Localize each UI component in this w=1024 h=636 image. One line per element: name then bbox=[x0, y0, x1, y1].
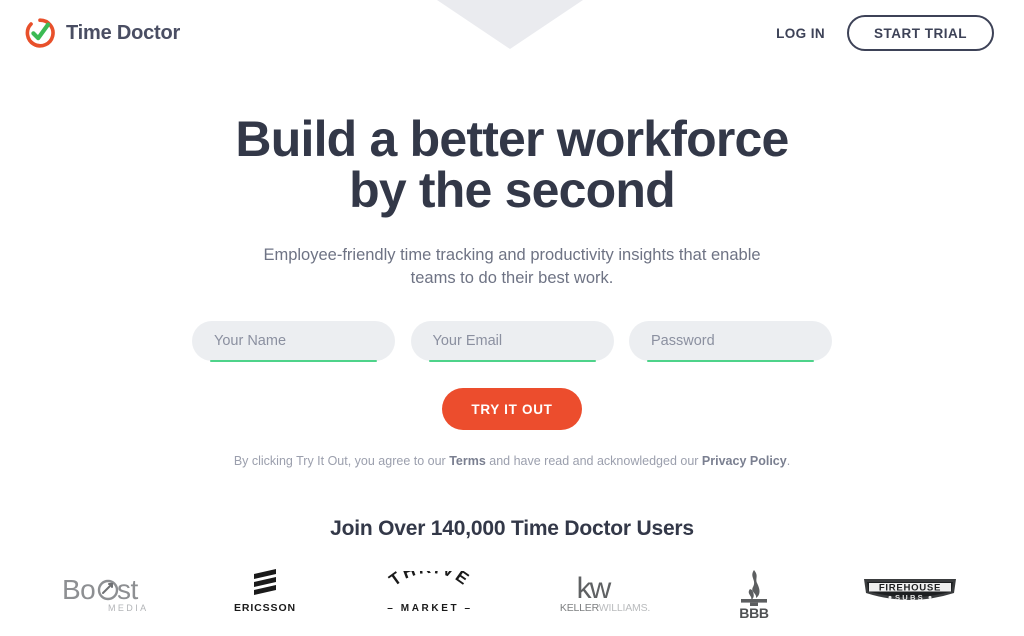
time-doctor-circle-check-icon bbox=[24, 17, 56, 49]
client-logo-strip: Bo st MEDIA ERICSSON TH E – MARKET – kw … bbox=[62, 565, 962, 621]
email-field-wrapper bbox=[410, 321, 614, 362]
boost-media-logo: Bo st MEDIA bbox=[62, 565, 150, 621]
password-field-wrapper bbox=[629, 321, 832, 362]
hero-title-line-1: Build a better workforce bbox=[235, 111, 789, 167]
brand-logo-link[interactable]: Time Doctor bbox=[24, 17, 180, 49]
hero-subtitle-line-1: Employee-friendly time tracking and prod… bbox=[263, 246, 761, 264]
svg-text:Bo: Bo bbox=[62, 574, 95, 605]
svg-text:KELLERWILLIAMS.: KELLERWILLIAMS. bbox=[560, 602, 650, 614]
hero-subtitle-line-2: teams to do their best work. bbox=[410, 269, 614, 287]
name-field-underline bbox=[210, 360, 377, 362]
hero-section: Build a better workforce by the second E… bbox=[0, 66, 1024, 621]
legal-suffix-text: . bbox=[786, 454, 791, 468]
landing-page: Time Doctor LOG IN START TRIAL Build a b… bbox=[0, 0, 1024, 636]
social-proof-heading: Join Over 140,000 Time Doctor Users bbox=[330, 517, 694, 540]
thrive-market-logo: THRIVE – MARKET – bbox=[379, 565, 481, 621]
legal-prefix-text: By clicking Try It Out, you agree to our bbox=[233, 454, 450, 468]
svg-text:– MARKET –: – MARKET – bbox=[387, 603, 472, 614]
legal-middle-text: and have read and acknowledged our bbox=[485, 454, 702, 468]
svg-text:THRIVE: THRIVE bbox=[386, 571, 475, 590]
hero-title-line-2: by the second bbox=[349, 162, 676, 218]
name-field-wrapper bbox=[192, 321, 395, 362]
terms-link[interactable]: Terms bbox=[449, 454, 486, 468]
svg-text:MEDIA: MEDIA bbox=[108, 603, 149, 613]
name-input[interactable] bbox=[192, 321, 395, 361]
keller-williams-logo: kw KELLERWILLIAMS. bbox=[559, 565, 651, 621]
svg-text:kw: kw bbox=[576, 572, 611, 605]
header-nav: LOG IN START TRIAL bbox=[776, 15, 994, 51]
email-input[interactable] bbox=[410, 321, 614, 361]
start-trial-button[interactable]: START TRIAL bbox=[847, 15, 994, 51]
svg-text:SUBS: SUBS bbox=[895, 593, 925, 602]
bbb-logo: BBB bbox=[728, 565, 780, 621]
password-input[interactable] bbox=[629, 321, 832, 361]
legal-disclaimer: By clicking Try It Out, you agree to our… bbox=[0, 453, 1024, 469]
svg-text:st: st bbox=[117, 574, 139, 605]
firehouse-subs-logo: FIREHOUSE SUBS bbox=[858, 565, 962, 621]
try-it-out-button[interactable]: TRY IT OUT bbox=[442, 388, 582, 430]
cta-wrapper: TRY IT OUT bbox=[0, 388, 1024, 430]
brand-name: Time Doctor bbox=[66, 21, 181, 44]
ericsson-logo: ERICSSON bbox=[228, 565, 302, 621]
hero-subtitle: Employee-friendly time tracking and prod… bbox=[257, 244, 767, 290]
svg-text:BBB: BBB bbox=[740, 605, 770, 619]
log-in-link[interactable]: LOG IN bbox=[776, 26, 825, 41]
signup-form bbox=[192, 321, 832, 362]
svg-text:FIREHOUSE: FIREHOUSE bbox=[879, 583, 941, 594]
site-header: Time Doctor LOG IN START TRIAL bbox=[0, 0, 1024, 66]
password-field-underline bbox=[647, 360, 814, 362]
email-field-underline bbox=[428, 360, 596, 362]
page-title: Build a better workforce by the second bbox=[0, 114, 1024, 216]
privacy-policy-link[interactable]: Privacy Policy bbox=[702, 454, 787, 468]
svg-text:ERICSSON: ERICSSON bbox=[234, 602, 296, 614]
